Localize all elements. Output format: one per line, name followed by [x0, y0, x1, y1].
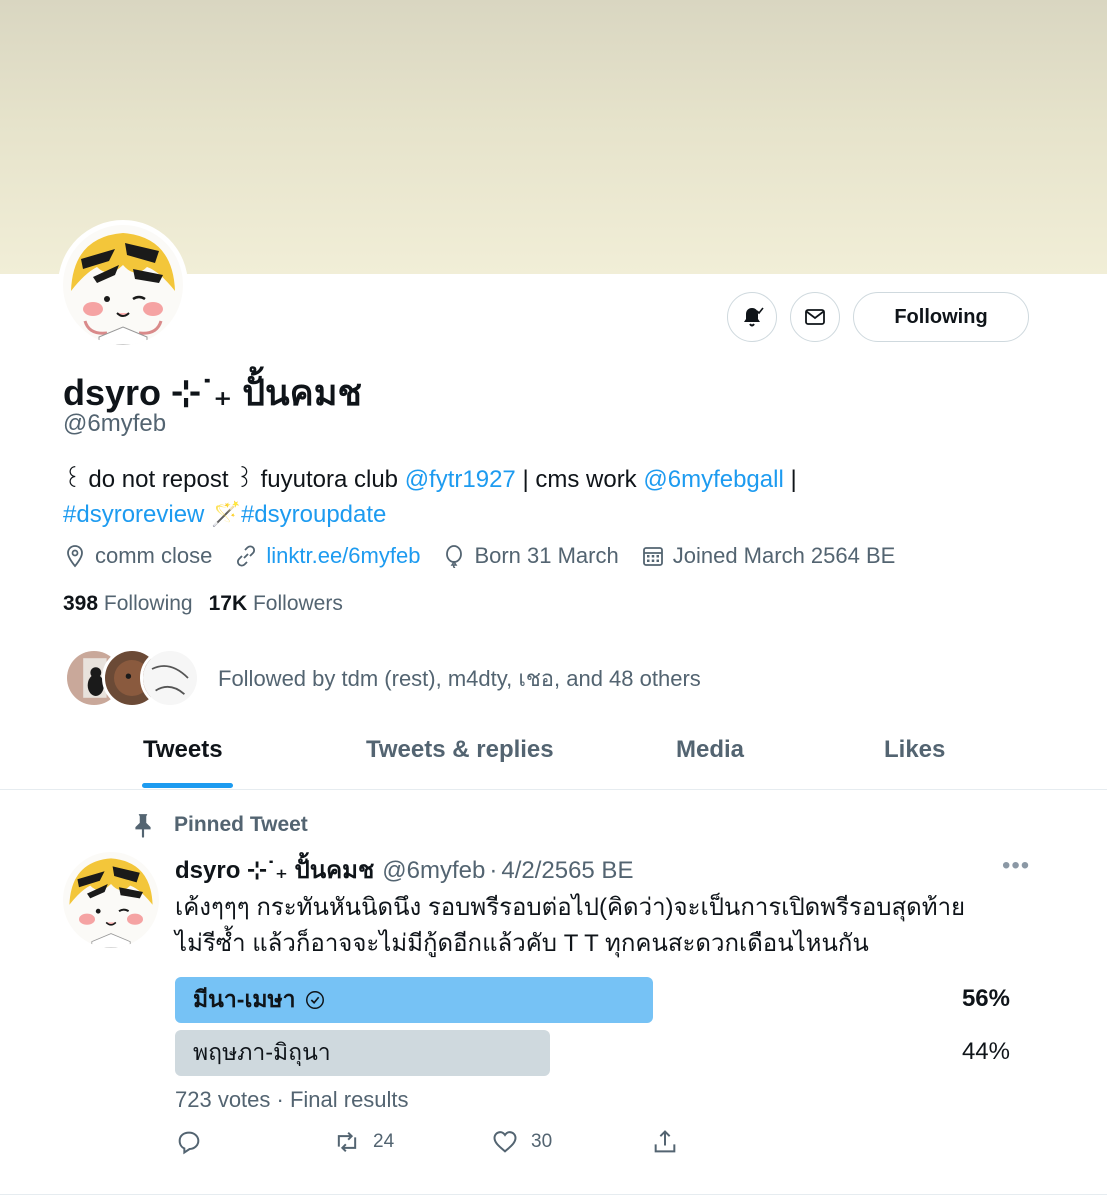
- followers-label: Followers: [252, 592, 343, 615]
- avatar-illustration: [63, 852, 159, 948]
- followers-count: 17K: [208, 592, 248, 615]
- bio-text: |: [783, 466, 797, 493]
- profile-handle: @6myfeb: [63, 410, 167, 437]
- balloon-icon: [446, 545, 463, 568]
- poll-option-label: พฤษภา-มิถุนา: [193, 1039, 331, 1065]
- share-button[interactable]: [651, 1128, 691, 1156]
- active-tab-indicator: [142, 783, 233, 788]
- joined-item: Joined March 2564 BE: [641, 543, 896, 569]
- tweet-author-avatar[interactable]: [63, 852, 159, 948]
- followers-stat-link[interactable]: 17K Followers: [209, 592, 343, 616]
- tweet-author-name[interactable]: dsyro ⊹˙₊ ปั้นคมช: [175, 850, 374, 889]
- poll-option: พฤษภา-มิถุนา: [175, 1030, 550, 1076]
- envelope-icon: [805, 309, 825, 325]
- pinned-tweet-label: Pinned Tweet: [130, 812, 308, 838]
- profile-bio: ꒰ do not repost ꒱ fuyutora club @fytr192…: [63, 462, 1063, 532]
- bio-mention-link[interactable]: @fytr1927: [405, 466, 516, 493]
- message-button[interactable]: [790, 292, 840, 342]
- divider: [0, 1194, 1107, 1195]
- like-button[interactable]: 30: [491, 1128, 552, 1156]
- profile-meta: comm close linktr.ee/6myfeb Born 31 Marc…: [63, 543, 917, 569]
- poll-option-winner: มีนา-เมษา: [175, 977, 653, 1023]
- poll-option-label: มีนา-เมษา: [193, 986, 296, 1012]
- retweet-icon: [337, 1131, 357, 1153]
- calendar-icon: [642, 547, 663, 566]
- retweet-count: 24: [373, 1131, 395, 1152]
- poll-percent: 56%: [961, 985, 1010, 1012]
- bio-mention-link[interactable]: @6myfebgall: [643, 466, 783, 493]
- bio-hashtag-link[interactable]: #dsyroreview: [63, 501, 204, 528]
- following-button[interactable]: Following: [853, 292, 1029, 342]
- reply-button[interactable]: [175, 1128, 215, 1156]
- bio-text: ꒰ do not repost ꒱ fuyutora club: [63, 466, 405, 493]
- share-icon: [654, 1130, 676, 1153]
- location-item: comm close: [63, 543, 212, 569]
- retweet-button[interactable]: 24: [333, 1128, 394, 1156]
- tweet-date[interactable]: 4/2/2565 BE: [501, 857, 633, 885]
- more-options-icon[interactable]: •••: [1002, 852, 1030, 880]
- profile-stats: 398 Following 17K Followers: [63, 592, 359, 616]
- tweet-body: เค้งๆๆๆ กระทันหันนิดนึง รอบพรีรอบต่อไป(ค…: [175, 890, 1055, 962]
- tab-tweets-replies[interactable]: Tweets & replies: [366, 736, 554, 764]
- tab-likes[interactable]: Likes: [884, 736, 945, 764]
- tweet-actions: 24 30: [175, 1128, 695, 1162]
- followed-by-text: Followed by tdm (rest), m4dty, เชอ, and …: [218, 665, 701, 691]
- following-count: 398: [63, 592, 99, 615]
- bio-hashtag-link[interactable]: #dsyroupdate: [241, 501, 386, 528]
- birthday-text: Born 31 March: [474, 543, 619, 568]
- profile-url-link[interactable]: linktr.ee/6myfeb: [266, 543, 420, 569]
- tweet-header: dsyro ⊹˙₊ ปั้นคมช @6myfeb · 4/2/2565 BE: [175, 850, 633, 889]
- check-circle-icon: [305, 991, 324, 1009]
- bell-check-icon: [744, 307, 764, 327]
- notifications-bell-button[interactable]: [727, 292, 777, 342]
- location-pin-icon: [67, 545, 83, 568]
- wand-emoji: 🪄: [204, 501, 241, 528]
- following-stat-link[interactable]: 398 Following: [63, 592, 193, 616]
- tweet-text-line: เค้งๆๆๆ กระทันหันนิดนึง รอบพรีรอบต่อไป(ค…: [175, 894, 966, 921]
- profile-banner[interactable]: [0, 0, 1107, 274]
- joined-text: Joined March 2564 BE: [672, 543, 896, 568]
- followed-by-row[interactable]: Followed by tdm (rest), m4dty, เชอ, and …: [64, 648, 701, 708]
- poll-percent: 44%: [961, 1038, 1010, 1065]
- header-separator: ·: [489, 857, 498, 884]
- url-item: linktr.ee/6myfeb: [234, 543, 420, 569]
- pin-icon: [135, 814, 151, 838]
- tab-tweets[interactable]: Tweets: [143, 736, 223, 764]
- bio-text: | cms work: [515, 466, 644, 493]
- reply-icon: [178, 1131, 200, 1155]
- pinned-text: Pinned Tweet: [174, 813, 308, 836]
- tweet-text-line: ไม่รีซ้ำ แล้วก็อาจจะไม่มีกู้ดอีกแล้วคับ …: [175, 930, 869, 957]
- follower-avatar: [140, 648, 200, 708]
- like-count: 30: [531, 1131, 553, 1152]
- profile-avatar[interactable]: [58, 220, 188, 350]
- birthday-item: Born 31 March: [442, 543, 619, 569]
- following-label: Following: [103, 592, 193, 615]
- link-icon: [237, 545, 256, 567]
- tweet-author-handle[interactable]: @6myfeb: [382, 857, 485, 885]
- tab-media[interactable]: Media: [676, 736, 744, 764]
- profile-tabs: Tweets Tweets & replies Media Likes: [0, 728, 1107, 790]
- avatar-illustration: [63, 225, 183, 345]
- heart-icon: [493, 1131, 517, 1153]
- poll-summary: 723 votes · Final results: [175, 1087, 409, 1112]
- location-text: comm close: [95, 543, 213, 568]
